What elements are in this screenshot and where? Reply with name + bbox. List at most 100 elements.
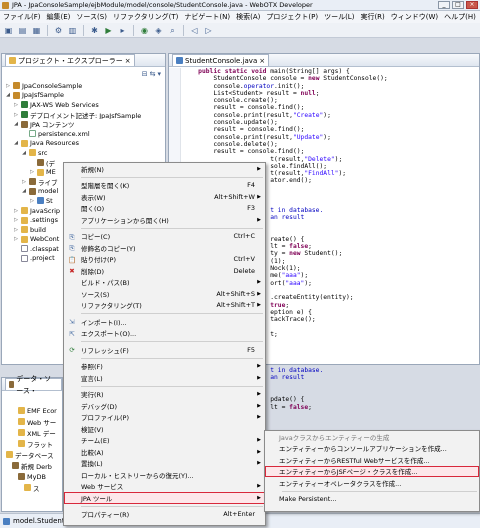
- context-menu-item[interactable]: Web サービス ▶: [64, 481, 265, 493]
- open-type-icon[interactable]: ◈: [153, 25, 164, 36]
- submenu-item[interactable]: エンティティーからJSFページ・クラスを作成...: [265, 465, 479, 477]
- context-menu-item[interactable]: ✖ 削除(D) Delete: [64, 265, 265, 277]
- print-icon[interactable]: ▦: [31, 25, 42, 36]
- expand-toggle-icon[interactable]: ▷: [13, 208, 19, 214]
- tree-node[interactable]: ◢ Java Resources: [2, 139, 167, 149]
- expand-toggle-icon[interactable]: ◢: [13, 140, 19, 146]
- minimize-button[interactable]: _: [438, 1, 450, 9]
- context-menu-item[interactable]: プロファイル(P) ▶: [64, 412, 265, 424]
- tree-node[interactable]: ▷ JAX-WS Web Services: [2, 100, 167, 110]
- context-menu-item[interactable]: ビルド・パス(B) ▶: [64, 277, 265, 289]
- close-icon[interactable]: ×: [125, 55, 131, 67]
- data-source-node[interactable]: フラット: [2, 438, 62, 449]
- expand-toggle-icon[interactable]: ▷: [29, 198, 35, 204]
- context-menu-item[interactable]: ⇲ インポート(I)...: [64, 316, 265, 328]
- server-icon[interactable]: ▥: [67, 25, 78, 36]
- context-menu-item[interactable]: 開く(O) F3: [64, 203, 265, 215]
- expand-toggle-icon[interactable]: ◢: [21, 188, 27, 194]
- data-source-node[interactable]: データベース: [2, 449, 62, 460]
- expand-toggle-icon[interactable]: ▷: [13, 112, 19, 118]
- debug-icon[interactable]: ✱: [89, 25, 100, 36]
- menu-item[interactable]: ツール(L): [324, 12, 354, 22]
- tree-node[interactable]: ◢ JpaJsfSample: [2, 91, 167, 101]
- tree-node[interactable]: ◢ JPA コンテンツ: [2, 119, 167, 129]
- context-menu-item[interactable]: ⎘ 修飾名のコピー(Y): [64, 242, 265, 254]
- expand-toggle-icon[interactable]: ▷: [13, 236, 19, 242]
- context-menu-item[interactable]: デバッグ(D) ▶: [64, 400, 265, 412]
- context-menu-item[interactable]: 置換(L) ▶: [64, 458, 265, 470]
- new-class-icon[interactable]: ◉: [139, 25, 150, 36]
- submenu-item[interactable]: Make Persistent...: [265, 494, 479, 506]
- context-menu-item[interactable]: 表示(W) Alt+Shift+W ▶: [64, 191, 265, 203]
- save-icon[interactable]: ▤: [17, 25, 28, 36]
- external-tools-icon[interactable]: ▸: [117, 25, 128, 36]
- tab-data-source[interactable]: データ・ソース・: [5, 375, 62, 395]
- menu-item[interactable]: 検索(A): [236, 12, 260, 22]
- context-menu-item[interactable]: 比較(A) ▶: [64, 446, 265, 458]
- data-source-node[interactable]: EMF Ecor: [2, 405, 62, 416]
- context-menu-item[interactable]: ソース(S) Alt+Shift+S ▶: [64, 288, 265, 300]
- context-menu-item[interactable]: チーム(E) ▶: [64, 435, 265, 447]
- context-menu-item[interactable]: ⟳ リフレッシュ(F) F5: [64, 344, 265, 356]
- expand-toggle-icon[interactable]: ▷: [5, 83, 11, 89]
- context-menu-item[interactable]: リファクタリング(T) Alt+Shift+T ▶: [64, 300, 265, 312]
- data-source-node[interactable]: ス: [2, 482, 62, 493]
- expand-toggle-icon[interactable]: ◢: [5, 92, 11, 98]
- new-icon[interactable]: ▣: [3, 25, 14, 36]
- expand-toggle-icon[interactable]: ◢: [13, 121, 19, 127]
- tab-project-explorer[interactable]: プロジェクト・エクスプローラー ×: [5, 54, 135, 66]
- menu-item[interactable]: リファクタリング(T): [113, 12, 178, 22]
- build-icon[interactable]: ⚙: [53, 25, 64, 36]
- submenu-item[interactable]: エンティティーからコンソールアプリケーションを作成...: [265, 443, 479, 455]
- menu-item[interactable]: プロジェクト(P): [266, 12, 318, 22]
- expand-toggle-icon[interactable]: ▷: [29, 169, 35, 175]
- maximize-button[interactable]: □: [452, 1, 464, 9]
- collapse-all-icon[interactable]: ⊟: [142, 70, 148, 78]
- context-menu-item[interactable]: JPA ツール ▶: [64, 492, 265, 504]
- context-menu-item[interactable]: ⎘ コピー(C) Ctrl+C: [64, 231, 265, 243]
- search-icon[interactable]: ⌕: [167, 25, 178, 36]
- context-menu-item[interactable]: 型階層を開く(K) F4: [64, 180, 265, 192]
- context-menu-item[interactable]: ⇱ エクスポート(O)...: [64, 328, 265, 340]
- close-window-button[interactable]: ×: [466, 1, 478, 9]
- expand-toggle-icon[interactable]: ◢: [21, 150, 27, 156]
- context-menu-item[interactable]: 実行(R) ▶: [64, 389, 265, 401]
- tree-node[interactable]: ▷ デプロイメント記述子: JpaJsfSample: [2, 110, 167, 119]
- run-icon[interactable]: ▶: [103, 25, 114, 36]
- data-source-node[interactable]: 新規 Derb: [2, 460, 62, 471]
- menu-item[interactable]: ウィンドウ(W): [391, 12, 438, 22]
- context-menu-item[interactable]: アプリケーションから開く(H) ▶: [64, 214, 265, 226]
- context-menu-item[interactable]: 新規(N) ▶: [64, 163, 265, 175]
- context-menu-item[interactable]: プロパティー(R) Alt+Enter: [64, 509, 265, 521]
- submenu-item[interactable]: エンティティーオペレータクラスを作成...: [265, 477, 479, 489]
- link-editor-icon[interactable]: ⇆: [150, 70, 156, 78]
- context-menu-item[interactable]: 検証(V): [64, 423, 265, 435]
- context-menu-item[interactable]: ローカル・ヒストリーからの復元(Y)...: [64, 469, 265, 481]
- menu-item[interactable]: ソース(S): [76, 12, 107, 22]
- data-source-node[interactable]: MyDB: [2, 471, 62, 482]
- data-source-node[interactable]: Web サー: [2, 416, 62, 427]
- menu-item[interactable]: 実行(R): [360, 12, 384, 22]
- submenu-item[interactable]: エンティティーからRESTful Webサービスを作成...: [265, 454, 479, 466]
- context-menu-item[interactable]: 参照(F) ▶: [64, 361, 265, 373]
- expand-toggle-icon[interactable]: ▷: [13, 217, 19, 223]
- tree-node[interactable]: ▷ JpaConsoleSample: [2, 81, 167, 91]
- view-menu-icon[interactable]: ▾: [157, 70, 161, 78]
- tab-student-console[interactable]: StudentConsole.java ×: [172, 54, 270, 67]
- menu-item[interactable]: ナビゲート(N): [184, 12, 230, 22]
- expand-toggle-icon[interactable]: ▷: [13, 102, 19, 108]
- close-icon[interactable]: ×: [259, 55, 265, 67]
- data-source-node[interactable]: XML デー: [2, 427, 62, 438]
- back-icon[interactable]: ◁: [189, 25, 200, 36]
- context-menu-item[interactable]: 📋 貼り付け(P) Ctrl+V: [64, 254, 265, 266]
- menu-item[interactable]: ヘルプ(H): [444, 12, 476, 22]
- menu-item-shortcut: Alt+Shift+W: [214, 192, 255, 201]
- menu-item[interactable]: 編集(E): [47, 12, 71, 22]
- tree-node[interactable]: persistence.xml: [2, 129, 167, 139]
- tree-node[interactable]: ◢ src: [2, 148, 167, 158]
- context-menu-item[interactable]: 宣言(L) ▶: [64, 372, 265, 384]
- expand-toggle-icon[interactable]: ▷: [21, 179, 27, 185]
- menu-item[interactable]: ファイル(F): [3, 12, 41, 22]
- forward-icon[interactable]: ▷: [203, 25, 214, 36]
- expand-toggle-icon[interactable]: ▷: [13, 227, 19, 233]
